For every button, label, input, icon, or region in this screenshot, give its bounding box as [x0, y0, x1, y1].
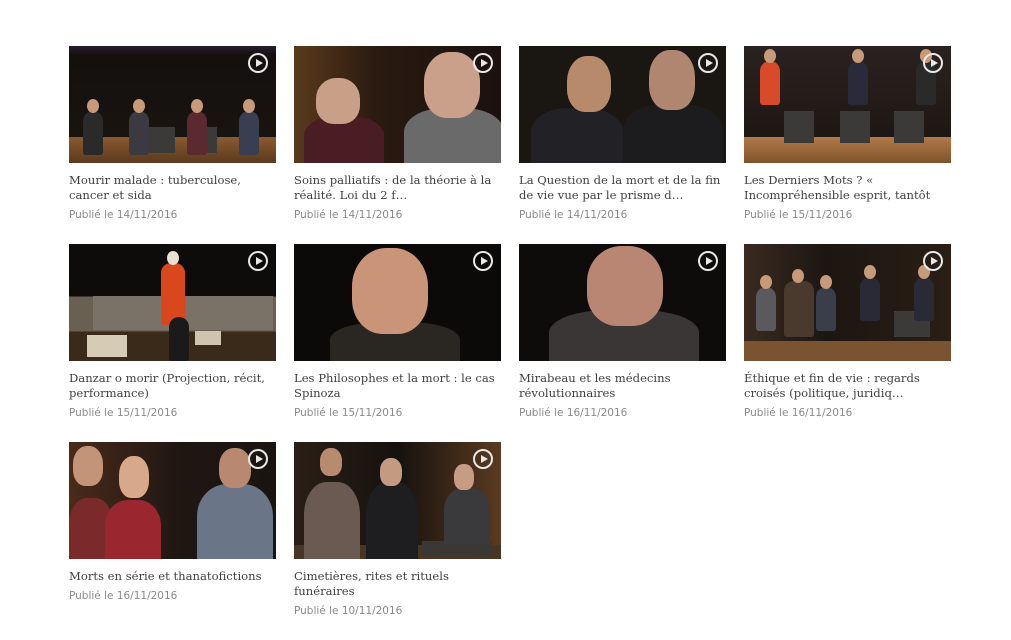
video-card[interactable]: Morts en série et thanatofictions Publié… [69, 442, 276, 640]
video-title[interactable]: Danzar o morir (Projection, récit, perfo… [69, 371, 276, 401]
play-icon[interactable] [248, 53, 268, 73]
play-icon[interactable] [248, 251, 268, 271]
video-title[interactable]: Mirabeau et les médecins révolutionnaire… [519, 371, 726, 401]
video-title[interactable]: Cimetières, rites et rituels funéraires [294, 569, 501, 599]
publish-date: Publié le 15/11/2016 [294, 407, 403, 419]
play-icon[interactable] [473, 53, 493, 73]
video-grid: Mourir malade : tuberculose, cancer et s… [69, 46, 951, 640]
publish-date: Publié le 10/11/2016 [294, 605, 403, 617]
publish-date: Publié le 14/11/2016 [519, 209, 628, 221]
video-thumbnail[interactable] [294, 46, 501, 163]
play-icon[interactable] [923, 251, 943, 271]
video-thumbnail[interactable] [69, 442, 276, 559]
publish-date: Publié le 16/11/2016 [69, 590, 178, 602]
video-title[interactable]: Les Derniers Mots ? « Incompréhensible e… [744, 173, 951, 203]
video-card[interactable]: Les Derniers Mots ? « Incompréhensible e… [744, 46, 951, 244]
publish-date: Publié le 15/11/2016 [69, 407, 178, 419]
video-card[interactable]: Danzar o morir (Projection, récit, perfo… [69, 244, 276, 442]
video-card[interactable]: Les Philosophes et la mort : le cas Spin… [294, 244, 501, 442]
video-title[interactable]: La Question de la mort et de la fin de v… [519, 173, 726, 203]
play-icon[interactable] [248, 449, 268, 469]
publish-date: Publié le 14/11/2016 [294, 209, 403, 221]
video-card[interactable]: Cimetières, rites et rituels funéraires … [294, 442, 501, 640]
video-title[interactable]: Mourir malade : tuberculose, cancer et s… [69, 173, 276, 203]
video-thumbnail[interactable] [69, 46, 276, 163]
video-thumbnail[interactable] [294, 244, 501, 361]
publish-date: Publié le 15/11/2016 [744, 209, 853, 221]
video-thumbnail[interactable] [744, 46, 951, 163]
video-card[interactable]: Soins palliatifs : de la théorie à la ré… [294, 46, 501, 244]
video-thumbnail[interactable] [294, 442, 501, 559]
play-icon[interactable] [473, 251, 493, 271]
play-icon[interactable] [923, 53, 943, 73]
video-title[interactable]: Éthique et fin de vie : regards croisés … [744, 371, 951, 401]
publish-date: Publié le 14/11/2016 [69, 209, 178, 221]
video-card[interactable]: La Question de la mort et de la fin de v… [519, 46, 726, 244]
video-thumbnail[interactable] [69, 244, 276, 361]
play-icon[interactable] [698, 53, 718, 73]
video-thumbnail[interactable] [519, 46, 726, 163]
video-card[interactable]: Éthique et fin de vie : regards croisés … [744, 244, 951, 442]
play-icon[interactable] [698, 251, 718, 271]
video-title[interactable]: Les Philosophes et la mort : le cas Spin… [294, 371, 501, 401]
publish-date: Publié le 16/11/2016 [744, 407, 853, 419]
publish-date: Publié le 16/11/2016 [519, 407, 628, 419]
video-card[interactable]: Mourir malade : tuberculose, cancer et s… [69, 46, 276, 244]
video-title[interactable]: Soins palliatifs : de la théorie à la ré… [294, 173, 501, 203]
video-thumbnail[interactable] [519, 244, 726, 361]
play-icon[interactable] [473, 449, 493, 469]
video-card[interactable]: Mirabeau et les médecins révolutionnaire… [519, 244, 726, 442]
video-title[interactable]: Morts en série et thanatofictions [69, 569, 276, 584]
video-thumbnail[interactable] [744, 244, 951, 361]
